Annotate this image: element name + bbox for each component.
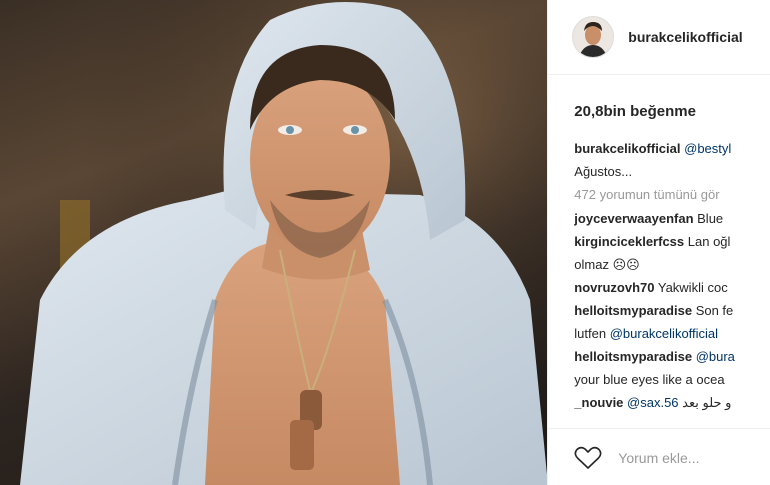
comment-text: Son fe (695, 303, 734, 318)
add-comment-input[interactable] (616, 448, 770, 467)
comment-line2: olmaz ☹☹ (574, 257, 640, 272)
photo-illustration (0, 0, 548, 485)
comment-user[interactable]: helloitsmyparadise (574, 349, 692, 364)
likes-count[interactable]: 20,8bin beğenme (548, 75, 770, 120)
comment-mention[interactable]: @bura (696, 349, 735, 364)
comment: joyceverwaayenfan Blue (574, 210, 770, 228)
comment-text: و حلو بعد (682, 395, 732, 410)
comment: helloitsmyparadise @bura (574, 348, 770, 366)
caption-line2: Ağustos... (574, 164, 633, 179)
comment-user[interactable]: helloitsmyparadise (574, 303, 692, 318)
comments-list: burakcelikofficial @bestyl Ağustos... 47… (548, 120, 770, 412)
comment-mention[interactable]: @bestyl (684, 141, 731, 156)
comment: kirginciceklerfcss Lan oğl (574, 233, 770, 251)
comment-text: Yakwikli coc (657, 280, 728, 295)
comment-text: Blue (697, 211, 724, 226)
post-header: burakcelikofficial (548, 0, 770, 75)
comment-text: Lan oğl (687, 234, 731, 249)
comment-user[interactable]: kirginciceklerfcss (574, 234, 684, 249)
comment-line2: lutfen @burakcelikofficial (574, 325, 770, 343)
comment-line2: your blue eyes like a ocea (574, 372, 725, 387)
comment-footer (548, 428, 770, 485)
comment-user[interactable]: _nouvie (574, 395, 623, 410)
comment: novruzovh70 Yakwikli coc (574, 279, 770, 297)
comment-user[interactable]: joyceverwaayenfan (574, 211, 693, 226)
comment-mention[interactable]: @sax.56 (627, 395, 679, 410)
post-photo[interactable] (0, 0, 548, 485)
caption: burakcelikofficial @bestyl (574, 140, 770, 158)
comment: _nouvie @sax.56 و حلو بعد (574, 394, 770, 412)
comment-mention[interactable]: @burakcelikofficial (610, 326, 718, 341)
heart-icon[interactable] (574, 446, 602, 470)
avatar[interactable] (572, 16, 615, 58)
avatar-image (573, 17, 614, 57)
comment-text: lutfen (574, 326, 607, 341)
comment-user[interactable]: novruzovh70 (574, 280, 654, 295)
view-all-comments[interactable]: 472 yorumun tümünü gör (574, 186, 770, 204)
username[interactable]: burakcelikofficial (628, 29, 742, 45)
comment: helloitsmyparadise Son fe (574, 302, 770, 320)
post-sidebar: burakcelikofficial 20,8bin beğenme burak… (547, 0, 770, 485)
comment-user[interactable]: burakcelikofficial (574, 141, 680, 156)
instagram-post: burakcelikofficial 20,8bin beğenme burak… (0, 0, 770, 485)
